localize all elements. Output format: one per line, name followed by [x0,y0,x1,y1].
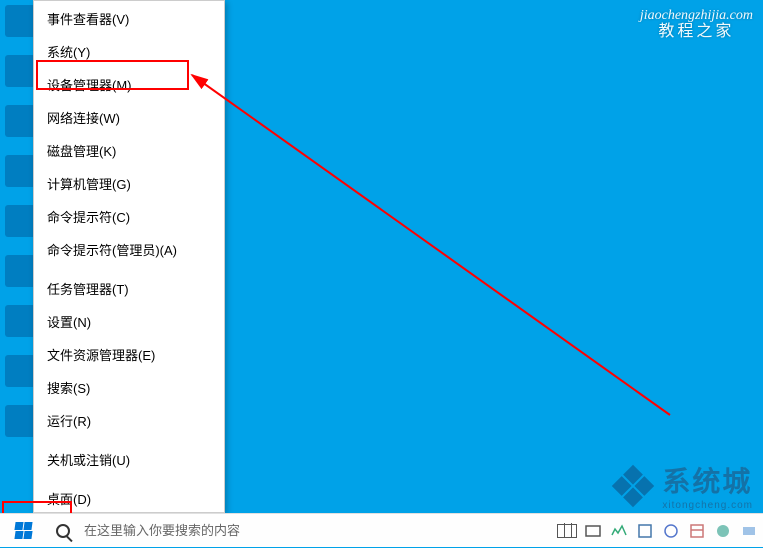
taskbar-pinned-app[interactable] [739,521,759,541]
watermark-logo-icon [612,464,654,506]
watermark-bottom: 系统城 xitongcheng.com [618,460,753,511]
search-icon [56,524,70,538]
menu-command-prompt-admin[interactable]: 命令提示符(管理员)(A) [34,234,224,267]
menu-desktop[interactable]: 桌面(D) [34,483,224,516]
watermark-top: jiaochengzhijia.com 教程之家 [640,8,753,40]
taskbar-tray [557,514,763,548]
taskbar-pinned-app[interactable] [687,521,707,541]
menu-device-manager[interactable]: 设备管理器(M) [34,69,224,102]
watermark-sub: xitongcheng.com [662,500,753,511]
windows-logo-icon [15,522,32,539]
menu-settings[interactable]: 设置(N) [34,306,224,339]
task-view-button[interactable] [557,521,577,541]
taskbar-pinned-app[interactable] [713,521,733,541]
menu-disk-management[interactable]: 磁盘管理(K) [34,135,224,168]
taskbar-pinned-app[interactable] [609,521,629,541]
menu-task-manager[interactable]: 任务管理器(T) [34,273,224,306]
desktop: 事件查看器(V) 系统(Y) 设备管理器(M) 网络连接(W) 磁盘管理(K) … [0,0,763,547]
menu-run[interactable]: 运行(R) [34,405,224,438]
taskbar-pinned-app[interactable] [583,521,603,541]
menu-event-viewer[interactable]: 事件查看器(V) [34,3,224,36]
search-input[interactable]: 在这里输入你要搜索的内容 [80,514,400,548]
taskbar-pinned-app[interactable] [635,521,655,541]
watermark-url: jiaochengzhijia.com [640,8,753,23]
taskbar: 在这里输入你要搜索的内容 [0,513,763,547]
menu-shutdown-signout[interactable]: 关机或注销(U) [34,444,224,477]
watermark-cn: 教程之家 [640,24,753,40]
taskbar-pinned-app[interactable] [661,521,681,541]
menu-computer-management[interactable]: 计算机管理(G) [34,168,224,201]
start-button[interactable] [0,514,46,548]
search-button[interactable] [46,514,80,548]
winx-context-menu: 事件查看器(V) 系统(Y) 设备管理器(M) 网络连接(W) 磁盘管理(K) … [33,0,225,513]
menu-network-connections[interactable]: 网络连接(W) [34,102,224,135]
menu-system[interactable]: 系统(Y) [34,36,224,69]
menu-command-prompt[interactable]: 命令提示符(C) [34,201,224,234]
watermark-text: 系统城 [662,460,753,500]
menu-search[interactable]: 搜索(S) [34,372,224,405]
menu-file-explorer[interactable]: 文件资源管理器(E) [34,339,224,372]
